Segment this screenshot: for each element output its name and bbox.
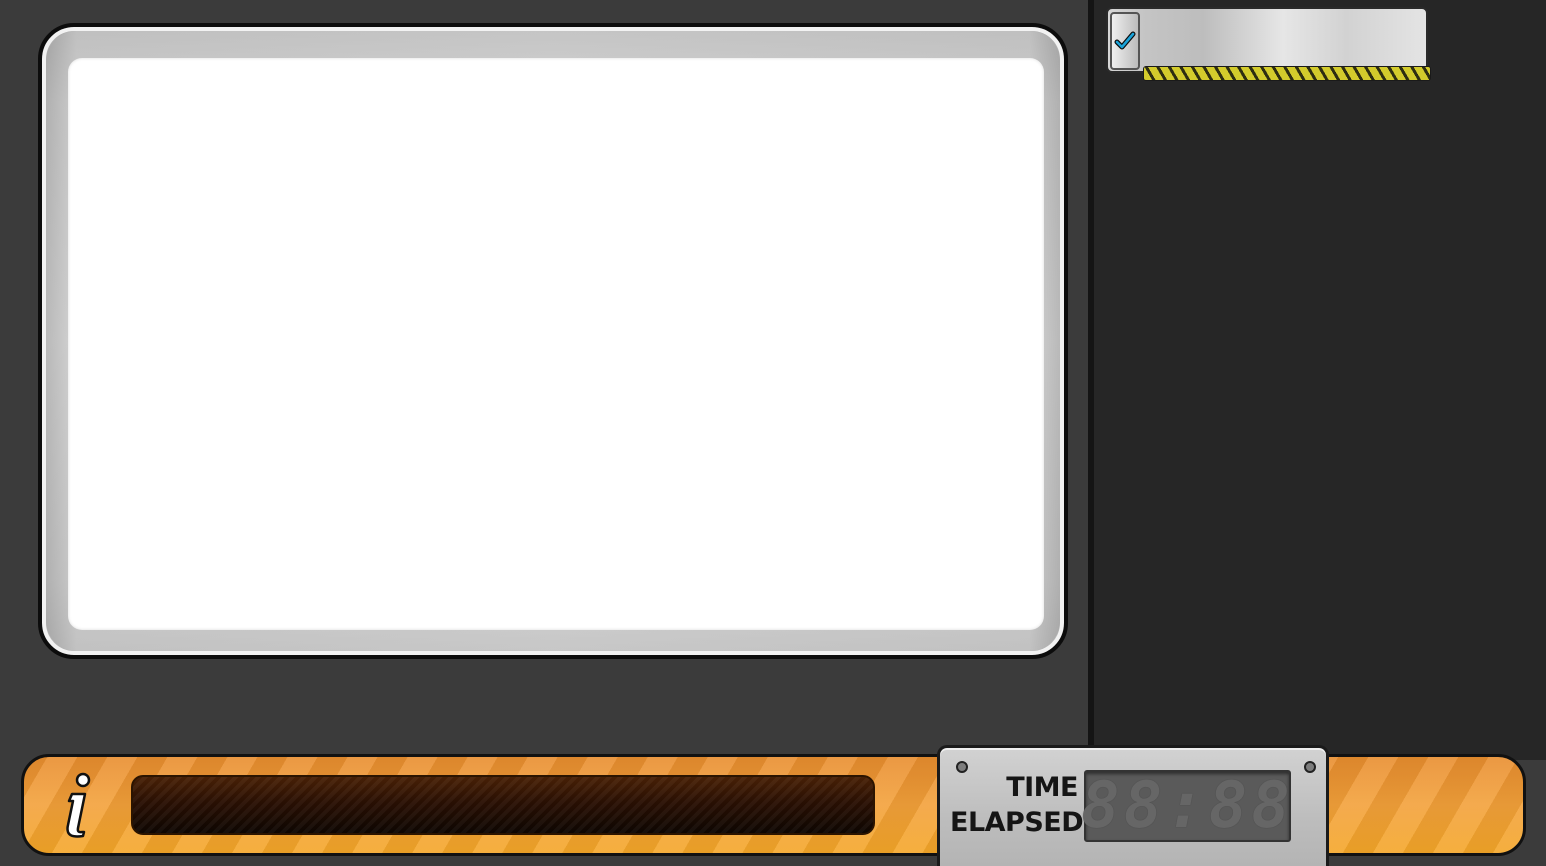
task-progress-bar <box>1143 66 1431 81</box>
info-message-box <box>131 775 875 835</box>
bolt-icon <box>1304 761 1316 773</box>
checkmark-icon <box>1114 31 1136 50</box>
task-checkbox[interactable] <box>1110 12 1140 70</box>
timer-digits: 88:88 <box>1081 769 1294 843</box>
task-item-card[interactable] <box>1106 7 1428 73</box>
game-screen[interactable] <box>68 58 1044 630</box>
timer-label-line2: ELAPSED <box>950 807 1084 838</box>
task-progress-fill <box>1144 67 1430 80</box>
info-icon[interactable] <box>52 770 98 840</box>
timer-display: 88:88 <box>1081 769 1294 843</box>
main-monitor-frame <box>38 23 1068 659</box>
task-side-panel <box>1094 0 1546 760</box>
time-elapsed-label: TIME ELAPSED <box>950 770 1084 840</box>
game-stage: TIME ELAPSED 88:88 <box>0 0 1546 866</box>
timer-label-line1: TIME <box>1006 772 1078 803</box>
